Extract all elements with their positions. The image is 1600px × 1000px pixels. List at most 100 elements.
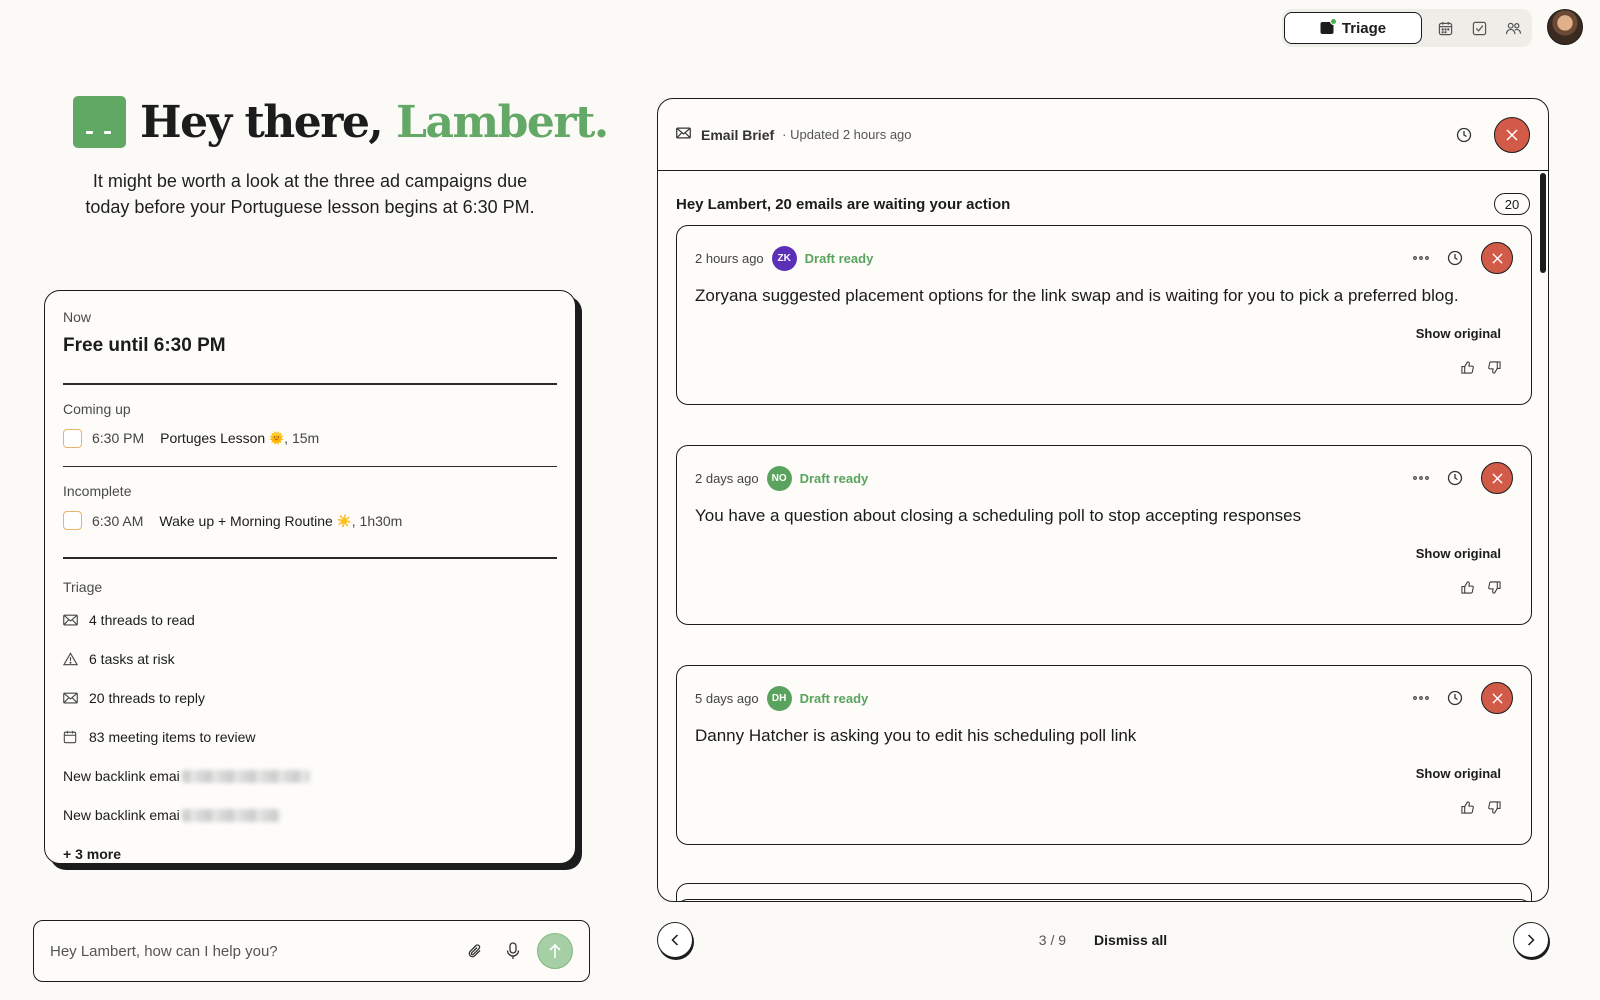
thumbs-up-icon[interactable]	[1461, 581, 1474, 594]
coming-up-label: Coming up	[63, 400, 131, 417]
snooze-clock-icon[interactable]	[1447, 250, 1463, 266]
thumbs-down-icon[interactable]	[1488, 801, 1501, 814]
email-time: 2 days ago	[695, 470, 759, 486]
incomplete-event[interactable]: 6:30 AM Wake up + Morning Routine ☀️ , 1…	[63, 511, 557, 530]
panel-header: Email Brief · Updated 2 hours ago	[658, 99, 1548, 171]
triage-button[interactable]: Triage	[1284, 12, 1422, 44]
redacted-text	[181, 808, 280, 822]
triage-item-backlink[interactable]: New backlink emai	[63, 757, 557, 796]
close-icon	[1491, 472, 1503, 484]
schedule-card: Now Free until 6:30 PM Coming up 6:30 PM…	[44, 290, 576, 864]
microphone-icon[interactable]	[503, 941, 523, 961]
status-badge: Draft ready	[804, 250, 874, 266]
triage-item-tasks-at-risk[interactable]: 6 tasks at risk	[63, 640, 557, 679]
more-options-icon[interactable]	[1413, 476, 1429, 480]
now-label: Now	[63, 309, 92, 325]
event-title: Portuges Lesson	[160, 430, 266, 446]
redacted-text	[181, 769, 310, 783]
close-icon	[1491, 692, 1503, 704]
dismiss-email-button[interactable]	[1481, 682, 1513, 714]
thumbs-up-icon[interactable]	[1461, 361, 1474, 374]
triage-item-label: 6 tasks at risk	[89, 651, 175, 667]
clock-icon[interactable]	[1456, 127, 1472, 143]
updated-timestamp: · Updated 2 hours ago	[782, 127, 912, 142]
top-toolbar: Triage	[1282, 9, 1532, 47]
event-title: Wake up + Morning Routine	[159, 512, 333, 529]
triage-item-label: 4 threads to read	[89, 612, 195, 628]
event-duration: , 15m	[284, 430, 320, 446]
event-time: 6:30 PM	[92, 430, 145, 446]
snooze-clock-icon[interactable]	[1447, 470, 1463, 486]
close-icon	[1506, 128, 1518, 141]
email-card[interactable]: 2 days ago NO Draft ready You have a que…	[676, 445, 1532, 625]
email-card[interactable]: 5 days ago DH Draft ready Danny Hatcher …	[676, 665, 1532, 845]
triage-item-threads-to-read[interactable]: 4 threads to read	[63, 601, 557, 640]
coming-up-event[interactable]: 6:30 PM Portuges Lesson 🌞 , 15m	[63, 428, 557, 448]
greeting-title: Hey there, Lambert.	[140, 96, 609, 148]
calendar-icon[interactable]	[1436, 19, 1454, 37]
greeting: Hey there, Lambert.	[73, 96, 609, 148]
email-brief-panel: Email Brief · Updated 2 hours ago Hey La…	[657, 98, 1549, 902]
dismiss-email-button[interactable]	[1481, 462, 1513, 494]
thumbs-down-icon[interactable]	[1488, 361, 1501, 374]
triage-item-label: New backlink emai	[63, 807, 180, 823]
email-count-badge: 20	[1494, 193, 1530, 215]
show-original-link[interactable]: Show original	[695, 546, 1513, 561]
triage-item-meeting-items[interactable]: 83 meeting items to review	[63, 718, 557, 757]
status-badge: Draft ready	[799, 470, 869, 486]
greeting-subtitle: It might be worth a look at the three ad…	[85, 171, 535, 217]
triage-item-threads-to-reply[interactable]: 20 threads to reply	[63, 679, 557, 718]
triage-item-label: 20 threads to reply	[89, 690, 205, 706]
email-card[interactable]: 2 hours ago ZK Draft ready Zoryana sugge…	[676, 225, 1532, 405]
sender-avatar: ZK	[771, 245, 797, 271]
paperclip-icon[interactable]	[465, 941, 485, 961]
warning-icon	[63, 652, 81, 666]
email-summary: Zoryana suggested placement options for …	[695, 286, 1459, 305]
show-original-link[interactable]: Show original	[695, 766, 1513, 781]
dismiss-email-button[interactable]	[1481, 242, 1513, 274]
inbox-icon	[1320, 18, 1337, 35]
thumbs-down-icon[interactable]	[1488, 581, 1501, 594]
chat-input[interactable]	[50, 942, 447, 960]
people-icon[interactable]	[1504, 19, 1522, 37]
sun-emoji-icon: ☀️	[336, 513, 352, 528]
dismiss-all-button[interactable]: Dismiss all	[1094, 932, 1167, 948]
triage-item-label: New backlink emai	[63, 768, 180, 784]
show-more-link[interactable]: + 3 more	[63, 846, 121, 862]
event-duration: , 1h30m	[351, 512, 403, 529]
show-original-link[interactable]: Show original	[695, 326, 1513, 341]
triage-item-label: 83 meeting items to review	[89, 729, 256, 745]
close-panel-button[interactable]	[1494, 116, 1530, 153]
event-time: 6:30 AM	[92, 512, 144, 529]
next-button[interactable]	[1513, 922, 1549, 958]
mail-icon	[63, 692, 81, 704]
checkbox-icon[interactable]	[1470, 19, 1488, 37]
email-time: 5 days ago	[695, 690, 759, 706]
event-checkbox[interactable]	[63, 428, 82, 448]
email-time: 2 hours ago	[695, 250, 764, 266]
snooze-clock-icon[interactable]	[1447, 690, 1463, 706]
triage-label: Triage	[1341, 19, 1387, 37]
send-button[interactable]	[537, 933, 573, 969]
chevron-left-icon	[671, 934, 679, 946]
status-badge: Draft ready	[799, 690, 869, 706]
triage-item-backlink[interactable]: New backlink emai	[63, 796, 557, 835]
mail-icon	[63, 614, 81, 626]
thumbs-up-icon[interactable]	[1461, 801, 1474, 814]
arrow-up-icon	[549, 943, 561, 958]
notification-dot	[1329, 18, 1337, 25]
previous-button[interactable]	[657, 922, 693, 958]
user-avatar[interactable]	[1547, 9, 1583, 45]
email-summary: You have a question about closing a sche…	[695, 506, 1302, 525]
more-options-icon[interactable]	[1413, 696, 1429, 700]
page-indicator: 3 / 9	[1038, 932, 1067, 948]
scrollbar[interactable]	[1540, 173, 1546, 273]
more-options-icon[interactable]	[1413, 256, 1429, 260]
sun-emoji-icon: 🌞	[269, 431, 285, 445]
greeting-prefix: Hey there,	[140, 96, 384, 148]
incomplete-label: Incomplete	[63, 483, 132, 499]
now-title: Free until 6:30 PM	[63, 335, 226, 356]
sender-avatar: DH	[766, 685, 792, 711]
event-checkbox[interactable]	[63, 511, 82, 530]
pagination: 3 / 9 Dismiss all	[657, 922, 1549, 958]
